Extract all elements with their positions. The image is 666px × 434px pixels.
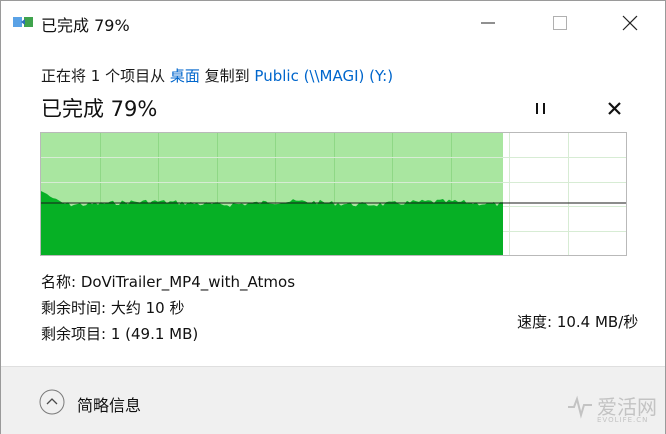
close-window-button[interactable] (607, 1, 653, 45)
time-label: 剩余时间: (41, 299, 111, 317)
cancel-icon (608, 102, 621, 115)
copy-files-icon (13, 14, 33, 30)
cancel-button[interactable] (601, 97, 627, 121)
minimize-icon (481, 22, 495, 24)
watermark-logo: 爱活网 EVOLIFE.CN (567, 389, 661, 433)
pause-icon (536, 103, 545, 114)
title-bar[interactable]: 已完成 79% (1, 1, 665, 45)
close-icon (622, 15, 638, 31)
destination-link[interactable]: Public (\\MAGI) (Y:) (254, 67, 393, 85)
speed-graph-canvas (41, 133, 626, 255)
detail-items-remaining: 剩余项目: 1 (49.1 MB) (41, 323, 198, 344)
copy-progress-window: 已完成 79% 正在将 1 个项目从 桌面 复制到 Public (\\MAGI… (0, 0, 666, 434)
source-link[interactable]: 桌面 (170, 67, 200, 85)
maximize-button[interactable] (537, 1, 583, 45)
speed-label: 速度: 10.4 MB/秒 (517, 313, 639, 331)
window-title: 已完成 79% (41, 16, 130, 35)
name-value: DoViTrailer_MP4_with_Atmos (80, 273, 296, 291)
items-value: 1 (49.1 MB) (110, 325, 199, 343)
items-label: 剩余项目: (41, 325, 111, 343)
copy-middle: 复制到 (199, 67, 255, 85)
time-value: 大约 10 秒 (110, 299, 185, 317)
minimize-button[interactable] (465, 1, 511, 45)
footer-bar: 简略信息 (1, 366, 665, 434)
chevron-up-icon[interactable] (39, 389, 65, 415)
transfer-speed-graph: 速度: 10.4 MB/秒 (40, 132, 638, 331)
copy-description: 正在将 1 个项目从 桌面 复制到 Public (\\MAGI) (Y:) (41, 65, 393, 86)
detail-time-remaining: 剩余时间: 大约 10 秒 (41, 297, 184, 318)
progress-status: 已完成 79% (41, 97, 158, 121)
watermark-subtext: EVOLIFE.CN (597, 416, 649, 424)
detail-name: 名称: DoViTrailer_MP4_with_Atmos (41, 271, 295, 292)
heartbeat-icon (568, 395, 592, 419)
name-label: 名称: (41, 273, 81, 291)
pause-button[interactable] (529, 97, 553, 121)
fewer-details-toggle[interactable]: 简略信息 (77, 392, 141, 416)
copy-prefix: 正在将 1 个项目从 (41, 67, 170, 85)
maximize-icon (553, 16, 567, 30)
